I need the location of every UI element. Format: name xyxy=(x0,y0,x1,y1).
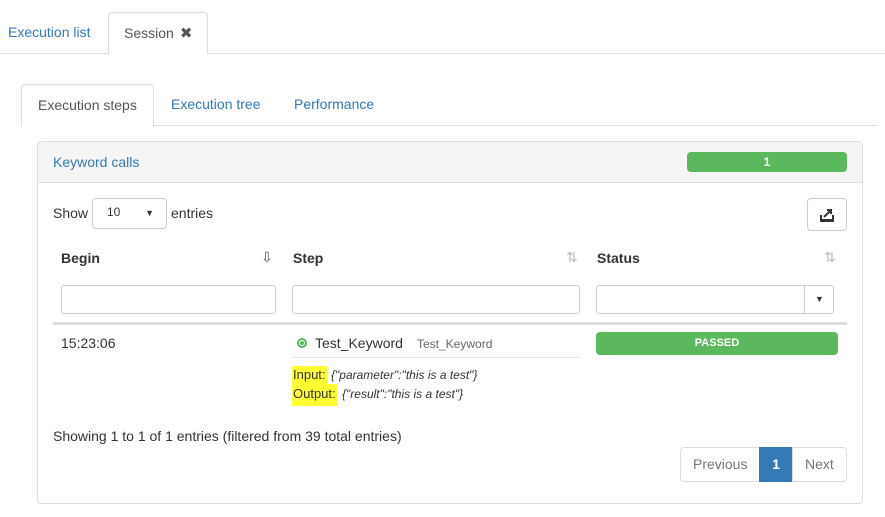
previous-page-button[interactable]: Previous xyxy=(680,447,760,482)
input-value: {"parameter":"this is a test"} xyxy=(331,368,478,382)
table-header-divider xyxy=(53,322,847,325)
sort-both-icon[interactable]: ⇅ xyxy=(824,249,836,266)
next-page-button[interactable]: Next xyxy=(792,447,847,482)
sort-desc-icon[interactable]: ⇩ xyxy=(261,249,273,266)
entries-length-value: 10 xyxy=(107,205,121,219)
output-value: {"result":"this is a test"} xyxy=(342,387,464,401)
begin-filter-input[interactable] xyxy=(61,285,276,314)
caret-down-icon: ▼ xyxy=(815,294,824,304)
column-header-begin[interactable]: Begin xyxy=(61,250,100,266)
panel-header: Keyword calls 1 xyxy=(38,142,862,183)
tab-session[interactable]: Session ✖ xyxy=(108,12,208,55)
input-label: Input: xyxy=(292,366,327,386)
cell-begin-time: 15:23:06 xyxy=(61,335,116,351)
tab-execution-tree[interactable]: Execution tree xyxy=(155,84,277,126)
output-label: Output: xyxy=(292,384,337,406)
export-icon xyxy=(820,209,834,222)
status-filter-dropdown-button[interactable]: ▼ xyxy=(804,285,834,314)
keyword-calls-panel: Keyword calls 1 Show 10 ▼ entries Begin … xyxy=(37,141,863,504)
status-filter-select[interactable] xyxy=(596,285,806,314)
step-function-name: Test_Keyword xyxy=(417,337,493,351)
top-tab-bar: Execution list Session ✖ xyxy=(0,0,885,55)
entries-length-select[interactable]: 10 ▼ xyxy=(92,198,167,229)
step-divider xyxy=(292,357,580,358)
tab-performance[interactable]: Performance xyxy=(278,84,390,126)
caret-down-icon: ▼ xyxy=(145,208,154,218)
step-status-dot-icon xyxy=(297,338,307,348)
page-1-button[interactable]: 1 xyxy=(759,447,793,482)
table-info: Showing 1 to 1 of 1 entries (filtered fr… xyxy=(53,428,402,444)
sort-both-icon[interactable]: ⇅ xyxy=(566,249,578,266)
step-filter-input[interactable] xyxy=(292,285,580,314)
step-name[interactable]: Test_Keyword xyxy=(315,335,403,351)
status-badge: PASSED xyxy=(596,332,838,355)
column-header-step[interactable]: Step xyxy=(293,250,323,266)
entries-label: entries xyxy=(171,205,214,221)
tab-execution-list[interactable]: Execution list xyxy=(0,12,98,54)
show-label: Show xyxy=(53,205,89,221)
pagination: Previous 1 Next xyxy=(680,447,847,482)
close-icon[interactable]: ✖ xyxy=(180,14,193,54)
column-header-status[interactable]: Status xyxy=(597,250,640,266)
inner-tab-bar: Execution steps Execution tree Performan… xyxy=(21,84,878,127)
count-progress-bar: 1 xyxy=(687,152,847,172)
tab-session-label: Session xyxy=(124,25,174,41)
export-button[interactable] xyxy=(807,198,847,231)
tab-execution-steps[interactable]: Execution steps xyxy=(21,84,154,127)
panel-title[interactable]: Keyword calls xyxy=(53,154,139,170)
